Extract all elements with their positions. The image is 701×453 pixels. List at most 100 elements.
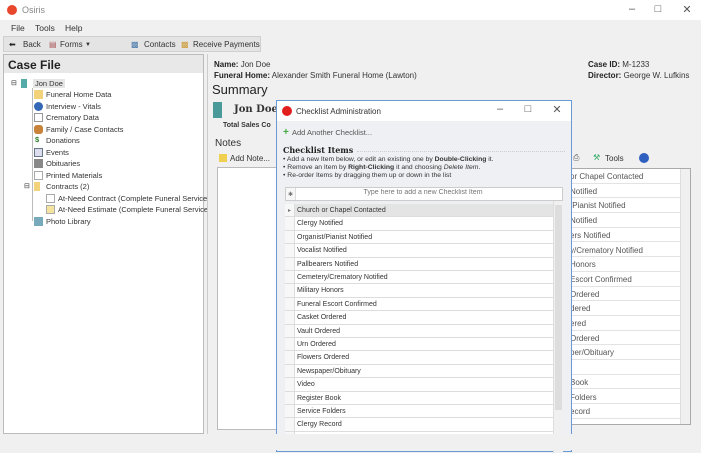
checklist-item-label: Vault Ordered: [297, 327, 341, 335]
funeral-home-field: Funeral Home: Alexander Smith Funeral Ho…: [214, 71, 417, 80]
dialog-close-button[interactable]: ✕: [547, 103, 567, 117]
row-indicator: [285, 324, 295, 337]
tree-item[interactable]: Events: [46, 148, 69, 157]
background-checklist: or Chapel Contacted Notified/Pianist Noti…: [567, 168, 691, 425]
menu-tools[interactable]: Tools: [35, 23, 55, 33]
checklist-item-row[interactable]: Video: [285, 378, 553, 392]
folder-icon: [34, 90, 43, 99]
background-checklist-row: Notified: [568, 213, 680, 228]
checklist-item-label: Flowers Ordered: [297, 354, 350, 362]
collapse-icon[interactable]: ⊟: [24, 182, 30, 190]
new-item-input[interactable]: [298, 189, 548, 196]
checklist-item-label: Casket Ordered: [297, 314, 347, 322]
tree-root-jon-doe[interactable]: Jon Doe: [33, 79, 65, 88]
checklist-item-label: Urn Ordered: [297, 341, 336, 348]
collapse-icon[interactable]: ⊟: [11, 79, 17, 87]
checklist-item-label: Organist/Pianist Notified: [297, 233, 373, 241]
checklist-item-label: Vocalist Notified: [297, 247, 347, 255]
checklist-item-label: Video: [297, 381, 315, 389]
receive-payments-button[interactable]: Receive Payments: [193, 40, 260, 49]
row-indicator: [285, 378, 295, 391]
checklist-item-row[interactable]: Newspaper/Obituary: [285, 364, 553, 379]
back-button[interactable]: Back: [23, 40, 41, 49]
dialog-maximize-button[interactable]: □: [518, 103, 538, 117]
checklist-item-row[interactable]: Casket Ordered: [285, 311, 553, 325]
scrollbar-thumb[interactable]: [555, 205, 562, 410]
checklist-item-row[interactable]: Clergy Record: [285, 418, 553, 432]
row-indicator: [285, 257, 295, 270]
checklist-item-row[interactable]: Vault Ordered: [285, 324, 553, 338]
background-checklist-row: [568, 360, 680, 375]
tree-item[interactable]: Photo Library: [46, 217, 91, 226]
add-note-button[interactable]: Add Note...: [230, 154, 270, 163]
menu-bar: File Tools Help: [0, 20, 701, 35]
help-icon[interactable]: [639, 153, 649, 163]
tree-item[interactable]: Obituaries: [46, 159, 80, 168]
dialog-title-bar: Checklist Administration – □ ✕: [277, 101, 571, 121]
app-title: Osiris: [22, 5, 45, 15]
contacts-button[interactable]: Contacts: [144, 40, 176, 49]
checklist-item-row[interactable]: Military Honors: [285, 284, 553, 298]
tree-item[interactable]: Interview - Vitals: [46, 102, 101, 111]
status-bar: [0, 434, 701, 450]
dialog-title: Checklist Administration: [296, 107, 381, 116]
tree-item[interactable]: At-Need Estimate (Complete Funeral Servi…: [58, 205, 211, 214]
checklist-item-row[interactable]: Urn Ordered: [285, 338, 553, 352]
checklist-item-row[interactable]: Organist/Pianist Notified: [285, 230, 553, 245]
name-field: Name: Jon Doe: [214, 60, 271, 69]
contract-icon: [34, 182, 40, 191]
app-logo-icon: [282, 106, 292, 116]
tree-item[interactable]: Donations: [46, 136, 80, 145]
row-indicator: [285, 230, 295, 244]
toolbar: ⬅ Back ▤ Forms ▼ ▩ Contacts ▩ Receive Pa…: [3, 36, 261, 52]
new-item-row[interactable]: ✱: [285, 187, 563, 201]
print-icon[interactable]: ⎙: [573, 153, 579, 163]
maximize-button[interactable]: □: [648, 3, 668, 17]
dialog-minimize-button[interactable]: –: [490, 103, 510, 117]
checklist-item-row[interactable]: Pallbearers Notified: [285, 257, 553, 271]
tree-item[interactable]: Printed Materials: [46, 171, 102, 180]
tools-button[interactable]: Tools: [605, 154, 624, 163]
menu-help[interactable]: Help: [65, 23, 82, 33]
minimize-button[interactable]: –: [622, 3, 642, 17]
checklist-item-label: Clergy Record: [297, 421, 342, 429]
add-another-checklist-link[interactable]: Add Another Checklist...: [292, 128, 372, 137]
tree-item[interactable]: Funeral Home Data: [46, 90, 111, 99]
background-checklist-row: ecord: [568, 404, 680, 419]
total-sales-label: Total Sales Co: [223, 122, 271, 129]
forms-icon: ▤: [49, 40, 57, 49]
background-checklist-row: per/Obituary: [568, 345, 680, 361]
checklist-administration-dialog: Checklist Administration – □ ✕ + Add Ano…: [276, 100, 572, 453]
forms-button[interactable]: Forms: [60, 40, 83, 49]
tree-item[interactable]: Family / Case Contacts: [46, 125, 124, 134]
checklist-item-row[interactable]: Flowers Ordered: [285, 351, 553, 365]
checklist-item-row[interactable]: Service Folders: [285, 405, 553, 419]
checklist-item-row[interactable]: ▸ Church or Chapel Contacted: [285, 204, 553, 218]
row-indicator: [285, 297, 295, 311]
notes-title: Notes: [215, 138, 242, 149]
case-file-panel: Case File ⊟ Jon Doe Funeral Home Data In…: [3, 54, 211, 434]
grid-scrollbar[interactable]: [553, 201, 563, 453]
checklist-item-row[interactable]: Vocalist Notified: [285, 244, 553, 258]
tree-item[interactable]: At-Need Contract (Complete Funeral Servi…: [58, 194, 210, 203]
scrollbar[interactable]: [680, 169, 690, 424]
contract-document-icon: [46, 194, 55, 203]
checklist-item-row[interactable]: Register Book: [285, 391, 553, 405]
checklist-item-row[interactable]: Funeral Escort Confirmed: [285, 297, 553, 312]
notes-list[interactable]: [217, 167, 277, 430]
row-indicator: [285, 271, 295, 284]
menu-file[interactable]: File: [11, 23, 25, 33]
help-text-1: • Add a new Item below, or edit an exist…: [283, 156, 494, 163]
background-checklist-row: Notified: [568, 184, 680, 199]
help-text-2: • Remove an Item by Right-Clicking it an…: [283, 164, 481, 171]
close-button[interactable]: ✕: [677, 3, 697, 17]
locked-document-icon: [46, 205, 55, 214]
tree-item[interactable]: Crematory Data: [46, 113, 99, 122]
photo-icon: [34, 217, 43, 226]
checklist-item-row[interactable]: Clergy Notified: [285, 217, 553, 231]
checklist-item-label: Newspaper/Obituary: [297, 367, 361, 375]
app-logo-icon: [7, 5, 17, 15]
checklist-item-row[interactable]: Cemetery/Crematory Notified: [285, 271, 553, 285]
checklist-items-heading: Checklist Items: [283, 145, 354, 155]
tree-item[interactable]: Contracts (2): [46, 182, 89, 191]
